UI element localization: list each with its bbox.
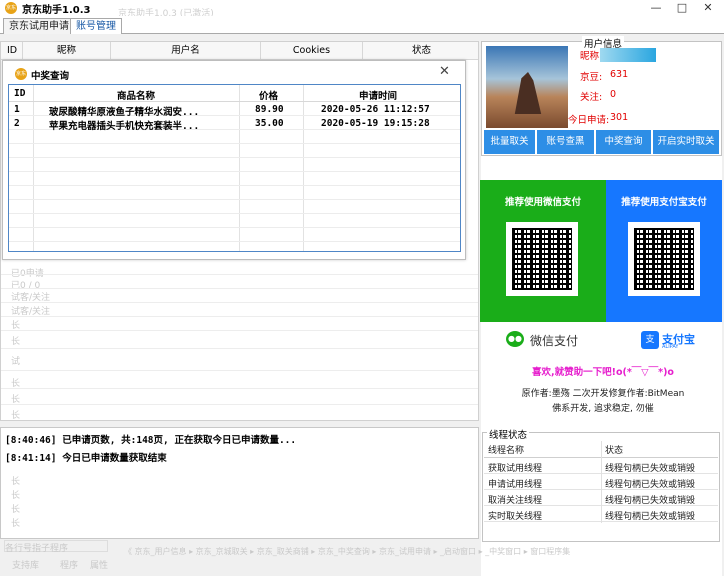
thread-status-legend: 线程状态 [487,427,530,441]
ghost-row-text: 长 [11,337,21,347]
prize-header-name[interactable]: 商品名称 [117,88,155,102]
thread-status: 线程句柄已失效或销毁 [605,496,696,506]
beans-value: 631 [610,69,629,80]
prize-cell-price: 35.00 [255,118,284,129]
ghost-text: 长 [11,491,21,501]
follow-value: 0 [610,89,617,100]
wechat-pay-title: 推荐使用微信支付 [504,197,581,208]
account-check-button[interactable]: 账号查黑 [537,130,595,154]
window-title: 京东助手1.0.3 [22,5,91,16]
grid-header-nickname[interactable]: 昵称 [23,42,111,60]
thread-name: 获取试用线程 [488,464,543,474]
prize-cell-time: 2020-05-19 19:15:28 [321,118,430,129]
prize-table: ID 商品名称 价格 申请时间 1 玻尿酸精华原液鱼子精华水润安... 89.9… [8,84,461,252]
wechat-qr-code [506,222,578,296]
credits: 原作者:墨殇 二次开发修复作者:BitMean 佛系开发, 追求稳定, 勿催 [484,387,722,417]
prize-cell-name: 玻尿酸精华原液鱼子精华水润安... [49,107,200,118]
alipay-panel: 推荐使用支付宝支付 [606,180,722,322]
dev-motto: 佛系开发, 追求稳定, 勿催 [552,404,654,414]
thread-header-status[interactable]: 状态 [605,443,623,456]
thread-name: 取消关注线程 [488,496,543,506]
ghost-select: 各行号指子程序 [4,540,108,554]
app-logo-icon: 京东 [5,2,17,14]
ghost-row-text: 试 [11,357,21,367]
nickname-label: 昵称: [580,51,603,62]
grid-header-status[interactable]: 状态 [363,42,478,60]
tab-account-manage[interactable]: 账号管理 [70,18,122,34]
prize-query-dialog: 京东 中奖查询 ✕ ID 商品名称 价格 申请时间 1 玻尿酸精华原液鱼子精华水… [2,60,466,260]
alipay-title: 推荐使用支付宝支付 [621,197,707,208]
alipay-qr-code [628,222,700,296]
realtime-unfollow-button[interactable]: 开启实时取关 [653,130,719,154]
close-icon[interactable]: ✕ [439,64,450,79]
thread-name: 实时取关线程 [488,512,543,522]
grid-header-cookies[interactable]: Cookies [261,42,363,60]
ghost-tab: 支持库 [12,561,40,571]
title-bar [0,0,724,16]
thread-status: 线程句柄已失效或销毁 [605,480,696,490]
ghost-row-text: 长 [11,411,21,421]
ghost-text: 长 [11,505,21,515]
prize-cell-price: 89.90 [255,104,284,115]
thread-status-group: 线程状态 线程名称 状态 获取试用线程 线程句柄已失效或销毁 申请试用线程 线程… [482,427,720,542]
prize-cell-name: 苹果充电器插头手机快充套装半... [49,121,200,132]
log-line: [8:40:46] 已申请页数, 共:148页, 正在获取今日已申请数量... [5,435,297,446]
wechat-logo-icon: ●● [506,331,524,347]
batch-unfollow-button[interactable]: 批量取关 [484,130,536,154]
alipay-logo-icon: 支 [641,331,659,349]
prize-query-button[interactable]: 中奖查询 [596,130,652,154]
tab-trial-apply[interactable]: 京东试用申请 [3,18,75,34]
prize-cell-id: 1 [14,104,20,115]
maximize-button[interactable]: □ [670,0,694,16]
prize-header-id[interactable]: ID [14,88,25,99]
log-output[interactable]: [8:40:46] 已申请页数, 共:148页, 正在获取今日已申请数量... … [0,427,479,539]
ghost-text: 长 [11,477,21,487]
sponsor-message: 喜欢,就赞助一下吧!o(*￣▽￣*)o [532,367,674,378]
minimize-button[interactable]: — [644,0,668,16]
today-apply-label: 今日申请: [568,115,610,126]
log-line: [8:41:14] 今日已申请数量获取结束 [5,453,167,464]
thread-name: 申请试用线程 [488,480,543,490]
avatar [486,46,568,128]
today-apply-value: 301 [610,112,629,123]
app-logo-icon: 京东 [15,68,27,80]
thread-status: 线程句柄已失效或销毁 [605,464,696,474]
ghost-tab: 程序 [60,561,79,571]
grid-header-id[interactable]: ID [1,42,23,60]
beans-label: 京豆: [580,72,603,83]
ghost-tab-strip: 《 京东_用户信息 ▸ 京东_京城取关 ▸ 京东_取关商铺 ▸ 京东_中奖查询 … [124,547,571,556]
nickname-value [600,48,656,62]
dialog-title: 中奖查询 [31,71,70,82]
follow-label: 关注: [580,92,603,103]
thread-header-name[interactable]: 线程名称 [488,443,524,456]
prize-cell-id: 2 [14,118,20,129]
ghost-text: 长 [11,519,21,529]
grid-header-username[interactable]: 用户名 [111,42,261,60]
background-ide-strip: 各行号指子程序 支持库 程序 属性 《 京东_用户信息 ▸ 京东_京城取关 ▸ … [0,540,570,576]
wechat-pay-panel: 推荐使用微信支付 [480,180,606,322]
prize-header-time[interactable]: 申请时间 [359,88,397,102]
prize-header-price[interactable]: 价格 [259,88,278,102]
ghost-tab: 属性 [90,561,109,571]
wechat-pay-label: 微信支付 [530,334,579,348]
author-credit: 原作者:墨殇 二次开发修复作者:BitMean [521,389,685,399]
alipay-sub-label: ALIPAY [662,344,679,350]
prize-cell-time: 2020-05-26 11:12:57 [321,104,430,115]
thread-status: 线程句柄已失效或销毁 [605,512,696,522]
user-info-group: 用户信息 昵称: 京豆: 631 关注: 0 今日申请: 301 批量取关 账号… [481,36,722,156]
close-button[interactable]: ✕ [696,0,720,16]
